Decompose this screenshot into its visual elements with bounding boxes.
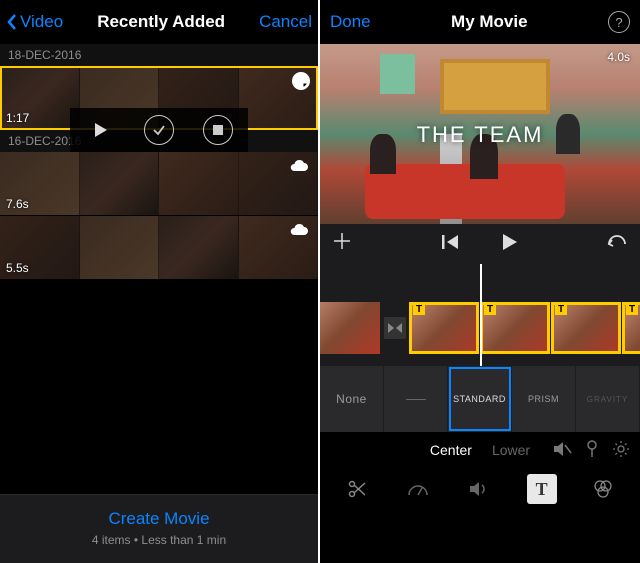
title-style-picker: None STANDARD PRISM GRAVITY bbox=[320, 366, 640, 432]
clock-icon bbox=[292, 72, 310, 90]
done-button[interactable]: Done bbox=[330, 12, 371, 32]
stop-button[interactable] bbox=[203, 115, 233, 145]
create-movie-footer: Create Movie 4 items • Less than 1 min bbox=[0, 494, 318, 563]
timeline-clip[interactable] bbox=[480, 302, 550, 354]
timeline-clip[interactable] bbox=[320, 302, 380, 354]
title-overlay: THE TEAM bbox=[320, 122, 640, 148]
title-style-prism[interactable]: PRISM bbox=[512, 366, 576, 432]
play-button[interactable] bbox=[85, 115, 115, 145]
project-title: My Movie bbox=[451, 12, 528, 32]
cloud-icon bbox=[288, 222, 310, 236]
pin-icon bbox=[586, 440, 598, 458]
help-icon: ? bbox=[615, 15, 622, 30]
title-style-gravity[interactable]: GRAVITY bbox=[576, 366, 640, 432]
right-nav-bar: Done My Movie ? bbox=[320, 0, 640, 44]
cut-tool[interactable] bbox=[342, 474, 372, 504]
position-center[interactable]: Center bbox=[430, 442, 472, 458]
timeline[interactable] bbox=[320, 264, 640, 366]
media-row[interactable]: 7.6s bbox=[0, 152, 318, 216]
mute-button[interactable] bbox=[554, 441, 572, 460]
add-media-button[interactable] bbox=[332, 230, 352, 258]
bottom-controls: Center Lower bbox=[320, 432, 640, 518]
speedometer-icon bbox=[407, 481, 429, 497]
volume-tool[interactable] bbox=[465, 474, 495, 504]
playback-overlay bbox=[70, 108, 248, 152]
gear-icon bbox=[612, 440, 630, 458]
tool-row: T bbox=[320, 464, 640, 518]
title-style-option[interactable] bbox=[384, 366, 448, 432]
playhead[interactable] bbox=[480, 264, 482, 366]
check-icon bbox=[152, 123, 166, 137]
transition-icon bbox=[388, 323, 402, 333]
title-style-standard[interactable]: STANDARD bbox=[448, 366, 512, 432]
titles-tool[interactable]: T bbox=[527, 474, 557, 504]
back-button[interactable]: Video bbox=[6, 12, 63, 32]
footer-subtitle: 4 items • Less than 1 min bbox=[0, 533, 318, 547]
plus-icon bbox=[332, 231, 352, 251]
date-header: 18-DEC-2016 bbox=[0, 44, 318, 66]
filters-tool[interactable] bbox=[588, 474, 618, 504]
video-preview[interactable]: 4.0s THE TEAM bbox=[320, 44, 640, 224]
left-nav-bar: Video Recently Added Cancel bbox=[0, 0, 318, 44]
cloud-icon bbox=[288, 158, 310, 172]
settings-button[interactable] bbox=[612, 440, 630, 461]
speed-tool[interactable] bbox=[403, 474, 433, 504]
clip-duration: 5.5s bbox=[6, 261, 29, 275]
select-button[interactable] bbox=[144, 115, 174, 145]
play-icon bbox=[92, 122, 108, 138]
chevron-left-icon bbox=[6, 13, 18, 31]
timeline-clip[interactable] bbox=[551, 302, 621, 354]
speaker-icon bbox=[470, 481, 490, 497]
transport-bar bbox=[320, 224, 640, 264]
skip-back-icon bbox=[442, 234, 460, 250]
editor-pane: Done My Movie ? 4.0s THE TEAM bbox=[320, 0, 640, 563]
scissors-icon bbox=[347, 479, 367, 499]
skip-back-button[interactable] bbox=[442, 234, 460, 255]
create-movie-button[interactable]: Create Movie bbox=[0, 509, 318, 529]
undo-button[interactable] bbox=[606, 234, 628, 255]
picker-title: Recently Added bbox=[97, 12, 225, 32]
clip-duration: 1:17 bbox=[6, 111, 29, 125]
title-style-none[interactable]: None bbox=[320, 366, 384, 432]
preview-timecode: 4.0s bbox=[607, 50, 630, 64]
stop-icon bbox=[213, 125, 223, 135]
play-icon bbox=[500, 233, 518, 251]
mute-icon bbox=[554, 441, 572, 457]
transition-button[interactable] bbox=[381, 302, 409, 354]
clip-duration: 7.6s bbox=[6, 197, 29, 211]
play-button[interactable] bbox=[500, 233, 518, 256]
filters-icon bbox=[592, 479, 614, 499]
timeline-clip[interactable] bbox=[409, 302, 479, 354]
text-position-row: Center Lower bbox=[320, 432, 640, 464]
media-row[interactable]: 5.5s bbox=[0, 216, 318, 280]
undo-icon bbox=[606, 234, 628, 250]
media-picker-pane: Video Recently Added Cancel 18-DEC-2016 … bbox=[0, 0, 320, 563]
location-button[interactable] bbox=[586, 440, 598, 461]
help-button[interactable]: ? bbox=[608, 11, 630, 33]
timeline-clip[interactable] bbox=[622, 302, 640, 354]
media-list: 1:17 16-DEC-2016 7.6s 5.5s bbox=[0, 66, 318, 280]
cancel-button[interactable]: Cancel bbox=[259, 12, 312, 32]
position-lower[interactable]: Lower bbox=[492, 442, 530, 458]
back-label: Video bbox=[20, 12, 63, 32]
